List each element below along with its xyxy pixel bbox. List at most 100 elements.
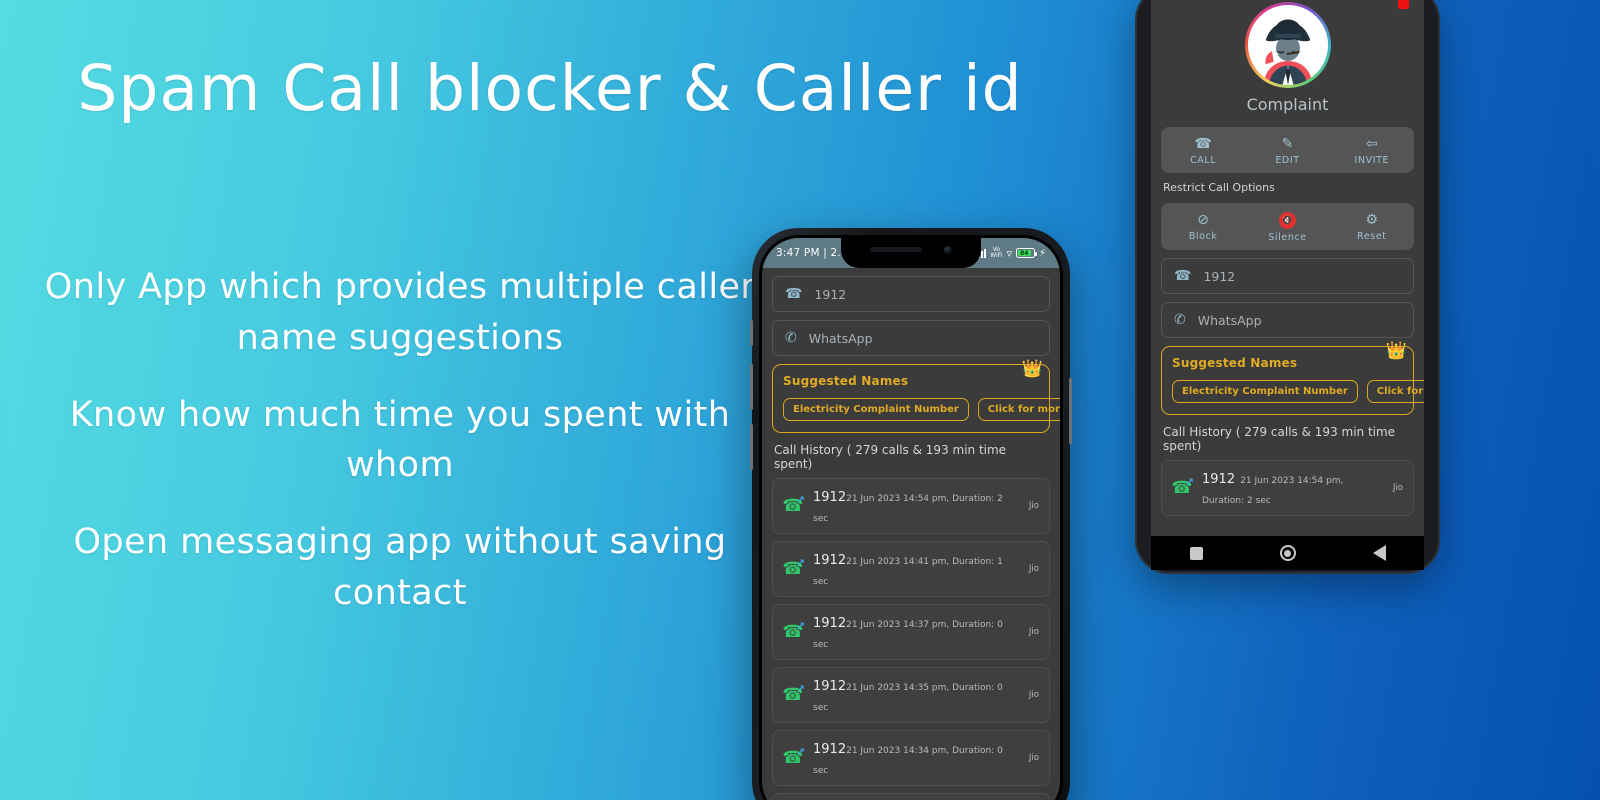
whatsapp-field[interactable]: ✆ WhatsApp xyxy=(1161,302,1414,338)
crown-icon: 👑 xyxy=(1385,341,1407,361)
call-operator: Jio xyxy=(1028,689,1039,700)
feature-item-2: Know how much time you spent with whom xyxy=(69,394,731,486)
table-row[interactable]: ☎ ↗ 191221 Jun 2023 14:41 pm, Duration: 1 … xyxy=(772,540,1050,597)
invite-button-label: INVITE xyxy=(1354,155,1390,166)
call-operator: Jio xyxy=(1028,563,1039,574)
call-operator: Jio xyxy=(1028,752,1039,763)
volume-up-button[interactable] xyxy=(750,364,753,410)
feature-item-3: Open messaging app without saving contac… xyxy=(73,522,727,613)
outgoing-call-icon: ☎ ↗ xyxy=(782,494,805,516)
suggested-names-title: Suggested Names xyxy=(783,374,909,388)
call-button-label: CALL xyxy=(1190,155,1217,166)
suggested-names-card: 👑 Suggested Names Electricity Complaint … xyxy=(772,359,1060,433)
trash-icon[interactable] xyxy=(1397,0,1410,12)
reset-icon: ⚙ xyxy=(1365,212,1379,228)
crown-icon: 👑 xyxy=(1021,359,1043,379)
avatar[interactable] xyxy=(1244,2,1331,88)
silence-button-label: Silence xyxy=(1268,232,1307,243)
phone-number-field[interactable]: ☎ 1912 xyxy=(1161,258,1414,294)
table-row[interactable]: ☎ ↗ 191221 Jun 2023 14:34 pm, Duration: 0 … xyxy=(772,729,1050,786)
volume-down-button[interactable] xyxy=(750,424,753,470)
feature-list: Only App which provides multiple caller … xyxy=(40,262,760,645)
reset-button[interactable]: ⚙ Reset xyxy=(1330,203,1414,250)
table-row[interactable]: ☎↗191221 Jun 2023 11:30 am, Duration: 0 … xyxy=(772,792,1050,800)
call-history-title: Call History ( 279 calls & 193 min time … xyxy=(774,443,1007,471)
wifi-icon: ▿ xyxy=(1006,246,1012,260)
suggested-names-chips: Electricity Complaint Number Click for m… xyxy=(783,398,1060,421)
more-names-chip[interactable]: Click for more name xyxy=(977,398,1060,421)
whatsapp-field[interactable]: ✆ WhatsApp xyxy=(772,320,1050,356)
mute-icon: 🔇 xyxy=(1278,212,1296,229)
call-number: 1912 xyxy=(813,741,847,757)
call-number: 1912 xyxy=(813,678,847,694)
charging-bolt-icon: ⚡ xyxy=(1038,247,1046,259)
call-history-list[interactable]: ☎ ↗ 191221 Jun 2023 14:54 pm, Duration: 2 … xyxy=(762,478,1060,800)
phone-number-field[interactable]: ☎ 1912 xyxy=(772,276,1050,312)
block-button-label: Block xyxy=(1188,231,1218,242)
more-names-chip[interactable]: Click for more name xyxy=(1366,380,1424,403)
phone-mockup-front: 3:47 PM | 2.3KB, Vo WiFi ▿ 84 ⚡ ☎ 1912 ✆… xyxy=(750,228,1072,800)
restrict-call-options-label: Restrict Call Options xyxy=(1163,181,1275,194)
notch xyxy=(841,238,981,268)
suggested-names-chips: Electricity Complaint Number Click for m… xyxy=(1172,380,1424,403)
phone-icon: ☎ xyxy=(1174,268,1192,284)
edit-button-label: EDIT xyxy=(1275,155,1300,166)
table-row[interactable]: ☎ ↗ 191221 Jun 2023 14:37 pm, Duration: 0 … xyxy=(772,603,1050,660)
call-number: 1912 xyxy=(813,615,847,631)
table-row[interactable]: ☎ ↗ 191221 Jun 2023 14:54 pm, Duration: 2 … xyxy=(772,478,1050,534)
silence-button[interactable]: 🔇 Silence xyxy=(1245,203,1329,250)
android-screen: Complaint ☎ CALL ✎ EDIT ⇦ INVITE Restric… xyxy=(1151,0,1424,536)
battery-level: 84 xyxy=(1017,250,1031,257)
call-operator: Jio xyxy=(1028,500,1039,511)
silent-switch[interactable] xyxy=(750,320,753,346)
call-history-title: Call History ( 279 calls & 193 min time … xyxy=(1163,425,1396,453)
outgoing-call-icon: ☎ ↗ xyxy=(782,557,805,579)
edit-button[interactable]: ✎ EDIT xyxy=(1245,127,1329,173)
phone-number-value: 1912 xyxy=(1203,268,1236,284)
reset-button-label: Reset xyxy=(1357,231,1387,242)
power-button[interactable] xyxy=(1069,378,1072,444)
detective-avatar xyxy=(1247,5,1328,85)
share-icon: ⇦ xyxy=(1365,136,1378,152)
battery-icon: 84 xyxy=(1015,248,1037,258)
home-button[interactable] xyxy=(1279,545,1296,561)
outgoing-call-icon: ☎ ↗ xyxy=(782,683,805,705)
suggested-name-chip[interactable]: Electricity Complaint Number xyxy=(1172,380,1358,403)
recents-button[interactable] xyxy=(1189,546,1203,560)
page-title: Spam Call blocker & Caller id xyxy=(77,52,1023,125)
suggested-names-card: 👑 Suggested Names Electricity Complaint … xyxy=(1161,341,1424,415)
contact-action-bar: ☎ CALL ✎ EDIT ⇦ INVITE xyxy=(1161,127,1414,173)
volte-icon: Vo WiFi xyxy=(990,246,1003,259)
suggested-name-chip[interactable]: Electricity Complaint Number xyxy=(783,398,969,421)
call-number: 1912 xyxy=(813,490,847,505)
android-navigation-bar xyxy=(1151,536,1424,570)
iphone-bezel: 3:47 PM | 2.3KB, Vo WiFi ▿ 84 ⚡ ☎ 1912 ✆… xyxy=(759,235,1063,800)
phone-mockup-back: Complaint ☎ CALL ✎ EDIT ⇦ INVITE Restric… xyxy=(1135,0,1440,574)
iphone-screen: 3:47 PM | 2.3KB, Vo WiFi ▿ 84 ⚡ ☎ 1912 ✆… xyxy=(762,238,1060,800)
table-row[interactable]: ☎ ↗ 191221 Jun 2023 14:35 pm, Duration: 0 … xyxy=(772,666,1050,723)
block-button[interactable]: ⊘ Block xyxy=(1161,203,1245,250)
suggested-names-title: Suggested Names xyxy=(1172,356,1298,370)
whatsapp-value: WhatsApp xyxy=(808,330,873,346)
call-number: 1912 xyxy=(1202,472,1236,487)
whatsapp-icon: ✆ xyxy=(785,330,797,346)
call-operator: Jio xyxy=(1392,482,1403,493)
whatsapp-value: WhatsApp xyxy=(1197,312,1262,328)
call-button[interactable]: ☎ CALL xyxy=(1161,127,1245,173)
back-button[interactable] xyxy=(1372,545,1386,561)
whatsapp-icon: ✆ xyxy=(1174,312,1186,328)
block-icon: ⊘ xyxy=(1197,212,1210,228)
table-row[interactable]: ☎ ↗ 1912 21 Jun 2023 14:54 pm, Duration: … xyxy=(1161,460,1414,516)
restrict-action-bar: ⊘ Block 🔇 Silence ⚙ Reset xyxy=(1161,203,1414,250)
outgoing-call-icon: ☎ ↗ xyxy=(782,620,805,642)
earpiece-speaker xyxy=(870,247,922,252)
outgoing-call-icon: ☎ ↗ xyxy=(1171,476,1194,498)
call-number: 1912 xyxy=(813,552,847,568)
contact-header: Complaint xyxy=(1151,0,1424,118)
phone-number-value: 1912 xyxy=(814,286,847,302)
invite-button[interactable]: ⇦ INVITE xyxy=(1330,127,1414,173)
front-camera-icon xyxy=(944,245,952,254)
feature-item-1: Only App which provides multiple caller … xyxy=(44,267,756,358)
pencil-icon: ✎ xyxy=(1281,136,1294,152)
phone-icon: ☎ xyxy=(785,286,803,302)
